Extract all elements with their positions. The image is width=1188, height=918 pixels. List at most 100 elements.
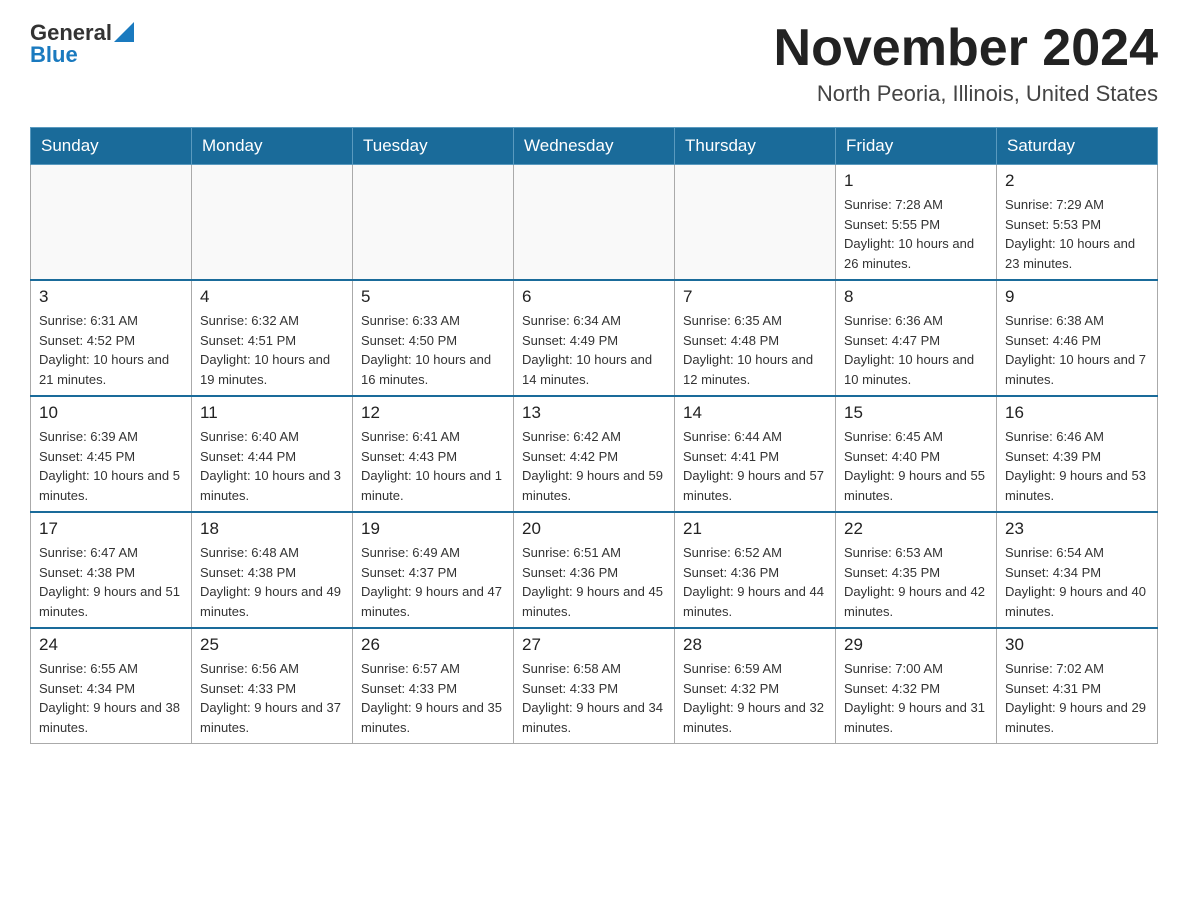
calendar-cell: 5 Sunrise: 6:33 AMSunset: 4:50 PMDaylight… xyxy=(353,280,514,396)
calendar-cell: 22 Sunrise: 6:53 AMSunset: 4:35 PMDayligh… xyxy=(836,512,997,628)
calendar-cell: 3 Sunrise: 6:31 AMSunset: 4:52 PMDaylight… xyxy=(31,280,192,396)
calendar-cell: 8 Sunrise: 6:36 AMSunset: 4:47 PMDaylight… xyxy=(836,280,997,396)
calendar-cell: 7 Sunrise: 6:35 AMSunset: 4:48 PMDaylight… xyxy=(675,280,836,396)
calendar-cell: 27 Sunrise: 6:58 AMSunset: 4:33 PMDayligh… xyxy=(514,628,675,744)
calendar-cell: 21 Sunrise: 6:52 AMSunset: 4:36 PMDayligh… xyxy=(675,512,836,628)
day-info: Sunrise: 7:29 AMSunset: 5:53 PMDaylight:… xyxy=(1005,195,1149,273)
day-number: 26 xyxy=(361,635,505,655)
calendar-cell: 13 Sunrise: 6:42 AMSunset: 4:42 PMDayligh… xyxy=(514,396,675,512)
calendar-cell xyxy=(192,165,353,281)
day-number: 1 xyxy=(844,171,988,191)
day-info: Sunrise: 6:57 AMSunset: 4:33 PMDaylight:… xyxy=(361,659,505,737)
calendar-cell: 2Sunrise: 7:29 AMSunset: 5:53 PMDaylight… xyxy=(997,165,1158,281)
day-number: 30 xyxy=(1005,635,1149,655)
day-info: Sunrise: 6:51 AMSunset: 4:36 PMDaylight:… xyxy=(522,543,666,621)
day-info: Sunrise: 6:35 AMSunset: 4:48 PMDaylight:… xyxy=(683,311,827,389)
day-info: Sunrise: 6:54 AMSunset: 4:34 PMDaylight:… xyxy=(1005,543,1149,621)
day-number: 12 xyxy=(361,403,505,423)
calendar-cell: 20 Sunrise: 6:51 AMSunset: 4:36 PMDayligh… xyxy=(514,512,675,628)
calendar-week-row: 17 Sunrise: 6:47 AMSunset: 4:38 PMDayligh… xyxy=(31,512,1158,628)
page-header: General Blue November 2024 North Peoria,… xyxy=(30,20,1158,107)
month-title: November 2024 xyxy=(774,20,1158,77)
calendar-week-row: 3 Sunrise: 6:31 AMSunset: 4:52 PMDaylight… xyxy=(31,280,1158,396)
day-number: 21 xyxy=(683,519,827,539)
calendar-header-friday: Friday xyxy=(836,128,997,165)
location-text: North Peoria, Illinois, United States xyxy=(774,81,1158,107)
day-info: Sunrise: 6:55 AMSunset: 4:34 PMDaylight:… xyxy=(39,659,183,737)
day-info: Sunrise: 6:53 AMSunset: 4:35 PMDaylight:… xyxy=(844,543,988,621)
calendar-cell: 12 Sunrise: 6:41 AMSunset: 4:43 PMDayligh… xyxy=(353,396,514,512)
logo-blue-text: Blue xyxy=(30,42,78,68)
day-number: 6 xyxy=(522,287,666,307)
calendar-cell: 30Sunrise: 7:02 AMSunset: 4:31 PMDayligh… xyxy=(997,628,1158,744)
day-number: 3 xyxy=(39,287,183,307)
calendar-cell: 26 Sunrise: 6:57 AMSunset: 4:33 PMDayligh… xyxy=(353,628,514,744)
day-info: Sunrise: 6:47 AMSunset: 4:38 PMDaylight:… xyxy=(39,543,183,621)
calendar-table: SundayMondayTuesdayWednesdayThursdayFrid… xyxy=(30,127,1158,744)
day-info: Sunrise: 6:40 AMSunset: 4:44 PMDaylight:… xyxy=(200,427,344,505)
day-number: 24 xyxy=(39,635,183,655)
calendar-cell: 16Sunrise: 6:46 AMSunset: 4:39 PMDayligh… xyxy=(997,396,1158,512)
calendar-cell: 25Sunrise: 6:56 AMSunset: 4:33 PMDayligh… xyxy=(192,628,353,744)
calendar-cell: 10 Sunrise: 6:39 AMSunset: 4:45 PMDayligh… xyxy=(31,396,192,512)
calendar-week-row: 24 Sunrise: 6:55 AMSunset: 4:34 PMDayligh… xyxy=(31,628,1158,744)
calendar-cell xyxy=(675,165,836,281)
calendar-header-tuesday: Tuesday xyxy=(353,128,514,165)
calendar-header-saturday: Saturday xyxy=(997,128,1158,165)
day-number: 22 xyxy=(844,519,988,539)
calendar-cell: 15 Sunrise: 6:45 AMSunset: 4:40 PMDayligh… xyxy=(836,396,997,512)
day-info: Sunrise: 6:52 AMSunset: 4:36 PMDaylight:… xyxy=(683,543,827,621)
day-info: Sunrise: 6:39 AMSunset: 4:45 PMDaylight:… xyxy=(39,427,183,505)
day-info: Sunrise: 6:36 AMSunset: 4:47 PMDaylight:… xyxy=(844,311,988,389)
day-number: 14 xyxy=(683,403,827,423)
day-number: 4 xyxy=(200,287,344,307)
calendar-cell: 14Sunrise: 6:44 AMSunset: 4:41 PMDayligh… xyxy=(675,396,836,512)
calendar-cell: 9Sunrise: 6:38 AMSunset: 4:46 PMDaylight… xyxy=(997,280,1158,396)
logo: General Blue xyxy=(30,20,134,68)
calendar-cell xyxy=(353,165,514,281)
calendar-cell: 19Sunrise: 6:49 AMSunset: 4:37 PMDayligh… xyxy=(353,512,514,628)
calendar-cell: 1 Sunrise: 7:28 AMSunset: 5:55 PMDaylight… xyxy=(836,165,997,281)
title-section: November 2024 North Peoria, Illinois, Un… xyxy=(774,20,1158,107)
day-info: Sunrise: 6:32 AMSunset: 4:51 PMDaylight:… xyxy=(200,311,344,389)
calendar-cell: 28 Sunrise: 6:59 AMSunset: 4:32 PMDayligh… xyxy=(675,628,836,744)
day-info: Sunrise: 6:34 AMSunset: 4:49 PMDaylight:… xyxy=(522,311,666,389)
calendar-cell: 6 Sunrise: 6:34 AMSunset: 4:49 PMDaylight… xyxy=(514,280,675,396)
day-number: 17 xyxy=(39,519,183,539)
day-number: 27 xyxy=(522,635,666,655)
day-number: 13 xyxy=(522,403,666,423)
day-info: Sunrise: 6:33 AMSunset: 4:50 PMDaylight:… xyxy=(361,311,505,389)
day-info: Sunrise: 7:28 AMSunset: 5:55 PMDaylight:… xyxy=(844,195,988,273)
calendar-week-row: 1 Sunrise: 7:28 AMSunset: 5:55 PMDaylight… xyxy=(31,165,1158,281)
day-number: 9 xyxy=(1005,287,1149,307)
day-number: 10 xyxy=(39,403,183,423)
day-info: Sunrise: 6:59 AMSunset: 4:32 PMDaylight:… xyxy=(683,659,827,737)
day-number: 5 xyxy=(361,287,505,307)
calendar-cell xyxy=(514,165,675,281)
calendar-cell: 18 Sunrise: 6:48 AMSunset: 4:38 PMDayligh… xyxy=(192,512,353,628)
day-number: 7 xyxy=(683,287,827,307)
calendar-header-row: SundayMondayTuesdayWednesdayThursdayFrid… xyxy=(31,128,1158,165)
day-info: Sunrise: 6:42 AMSunset: 4:42 PMDaylight:… xyxy=(522,427,666,505)
day-info: Sunrise: 6:41 AMSunset: 4:43 PMDaylight:… xyxy=(361,427,505,505)
day-number: 23 xyxy=(1005,519,1149,539)
day-number: 19 xyxy=(361,519,505,539)
calendar-header-wednesday: Wednesday xyxy=(514,128,675,165)
day-info: Sunrise: 6:58 AMSunset: 4:33 PMDaylight:… xyxy=(522,659,666,737)
day-number: 20 xyxy=(522,519,666,539)
day-number: 8 xyxy=(844,287,988,307)
calendar-header-sunday: Sunday xyxy=(31,128,192,165)
day-number: 15 xyxy=(844,403,988,423)
calendar-header-thursday: Thursday xyxy=(675,128,836,165)
day-info: Sunrise: 6:45 AMSunset: 4:40 PMDaylight:… xyxy=(844,427,988,505)
day-number: 18 xyxy=(200,519,344,539)
day-number: 28 xyxy=(683,635,827,655)
calendar-cell: 17 Sunrise: 6:47 AMSunset: 4:38 PMDayligh… xyxy=(31,512,192,628)
day-info: Sunrise: 6:48 AMSunset: 4:38 PMDaylight:… xyxy=(200,543,344,621)
day-info: Sunrise: 6:31 AMSunset: 4:52 PMDaylight:… xyxy=(39,311,183,389)
calendar-cell xyxy=(31,165,192,281)
calendar-cell: 23 Sunrise: 6:54 AMSunset: 4:34 PMDayligh… xyxy=(997,512,1158,628)
day-info: Sunrise: 6:46 AMSunset: 4:39 PMDaylight:… xyxy=(1005,427,1149,505)
calendar-cell: 4 Sunrise: 6:32 AMSunset: 4:51 PMDaylight… xyxy=(192,280,353,396)
calendar-cell: 11Sunrise: 6:40 AMSunset: 4:44 PMDayligh… xyxy=(192,396,353,512)
